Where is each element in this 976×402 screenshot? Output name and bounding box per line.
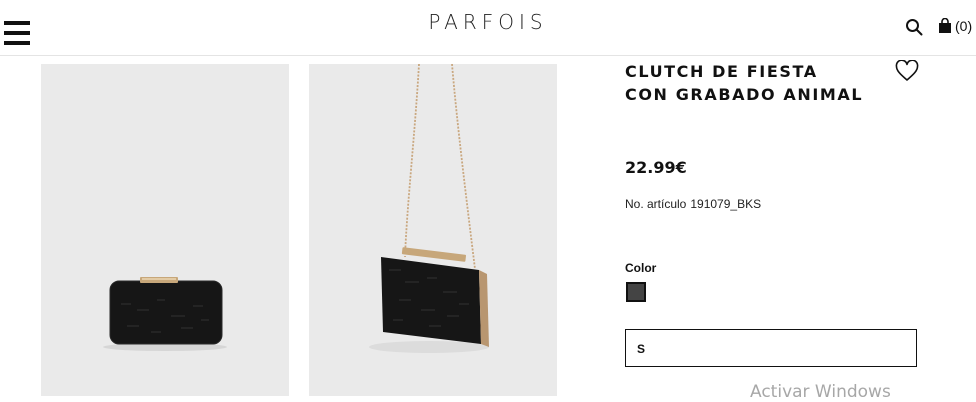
sku-label: No. artículo xyxy=(625,197,687,211)
cart-count: (0) xyxy=(955,18,973,34)
product-image-front[interactable] xyxy=(41,64,289,396)
cart-button[interactable]: (0) xyxy=(938,16,972,36)
product-title: CLUTCH DE FIESTA CON GRABADO ANIMAL xyxy=(625,62,864,104)
sku-value: 191079_BKS xyxy=(690,197,762,211)
search-icon[interactable] xyxy=(905,18,923,36)
color-swatch[interactable] xyxy=(626,282,646,302)
product-price: 22.99€ xyxy=(625,158,687,177)
product-sku: No. artículo 191079_BKS xyxy=(625,197,761,211)
product-image-chain[interactable] xyxy=(309,64,557,396)
windows-activation-watermark: Activar Windows xyxy=(750,382,891,402)
color-label: Color xyxy=(625,261,657,275)
shopping-bag-icon xyxy=(939,18,951,33)
brand-logo[interactable]: PARFOIS xyxy=(0,10,976,34)
size-selected-value: S xyxy=(637,342,646,356)
clutch-front-illustration xyxy=(103,277,227,351)
clutch-chain-illustration xyxy=(369,64,489,353)
size-select[interactable]: S xyxy=(625,329,917,367)
heart-icon[interactable] xyxy=(895,60,919,82)
site-header: PARFOIS (0) xyxy=(0,0,976,56)
